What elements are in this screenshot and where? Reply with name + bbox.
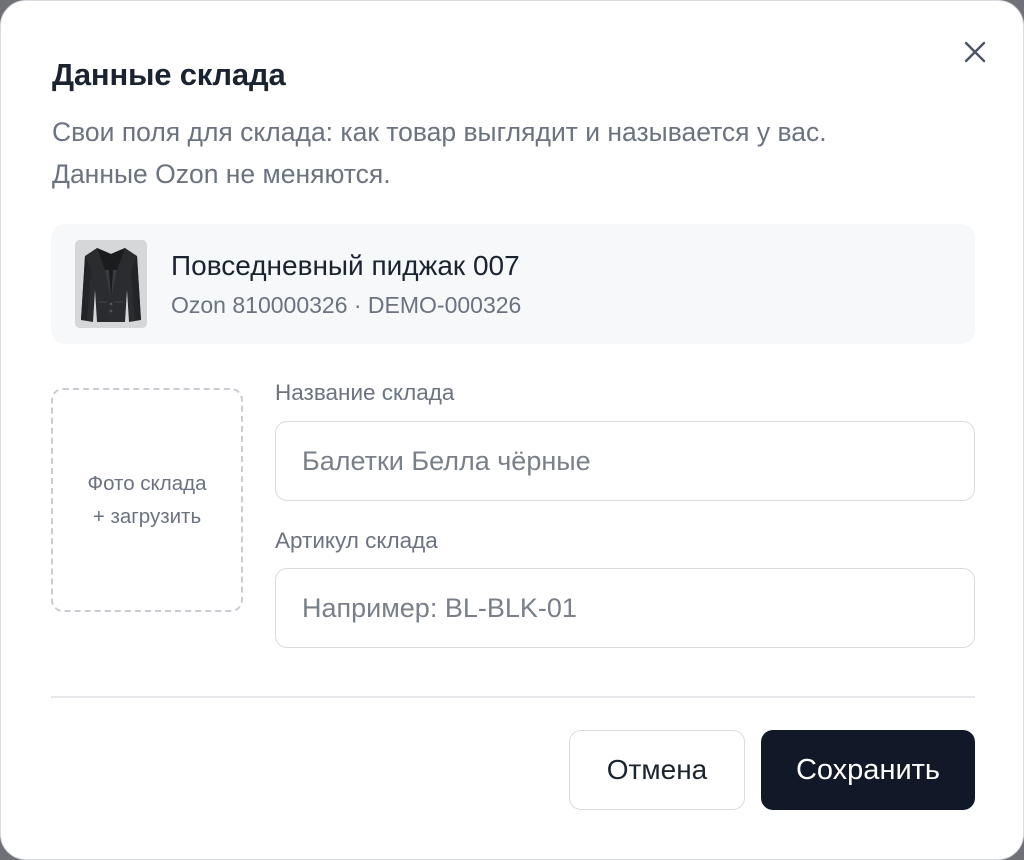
close-button[interactable] [956, 33, 994, 71]
product-meta: Ozon 810000326 · DEMO-000326 [171, 292, 522, 318]
photo-upload-action: + загрузить [92, 505, 202, 528]
warehouse-sku-input[interactable] [275, 568, 975, 648]
product-name: Повседневный пиджак 007 [171, 250, 520, 281]
warehouse-name-input[interactable] [275, 421, 975, 501]
description-line-1: Свои поля для склада: как товар выглядит… [52, 117, 827, 147]
product-card: Повседневный пиджак 007 Ozon 810000326 ·… [51, 224, 975, 344]
warehouse-sku-label: Артикул склада [275, 528, 438, 553]
warehouse-data-dialog: Данные склада Свои поля для склада: как … [0, 0, 1024, 860]
warehouse-photo-upload[interactable]: Фото склада + загрузить [51, 388, 243, 612]
dialog-title: Данные склада [52, 57, 286, 92]
close-icon [964, 41, 986, 63]
footer-divider [51, 696, 975, 698]
photo-upload-label: Фото склада [87, 472, 207, 495]
product-thumbnail [75, 240, 147, 328]
description-line-2: Данные Ozon не меняются. [52, 159, 391, 189]
cancel-button[interactable]: Отмена [569, 730, 745, 810]
dialog-description: Свои поля для склада: как товар выглядит… [52, 111, 952, 195]
warehouse-name-label: Название склада [275, 380, 455, 405]
jacket-image [75, 240, 147, 328]
save-button[interactable]: Сохранить [761, 730, 975, 810]
